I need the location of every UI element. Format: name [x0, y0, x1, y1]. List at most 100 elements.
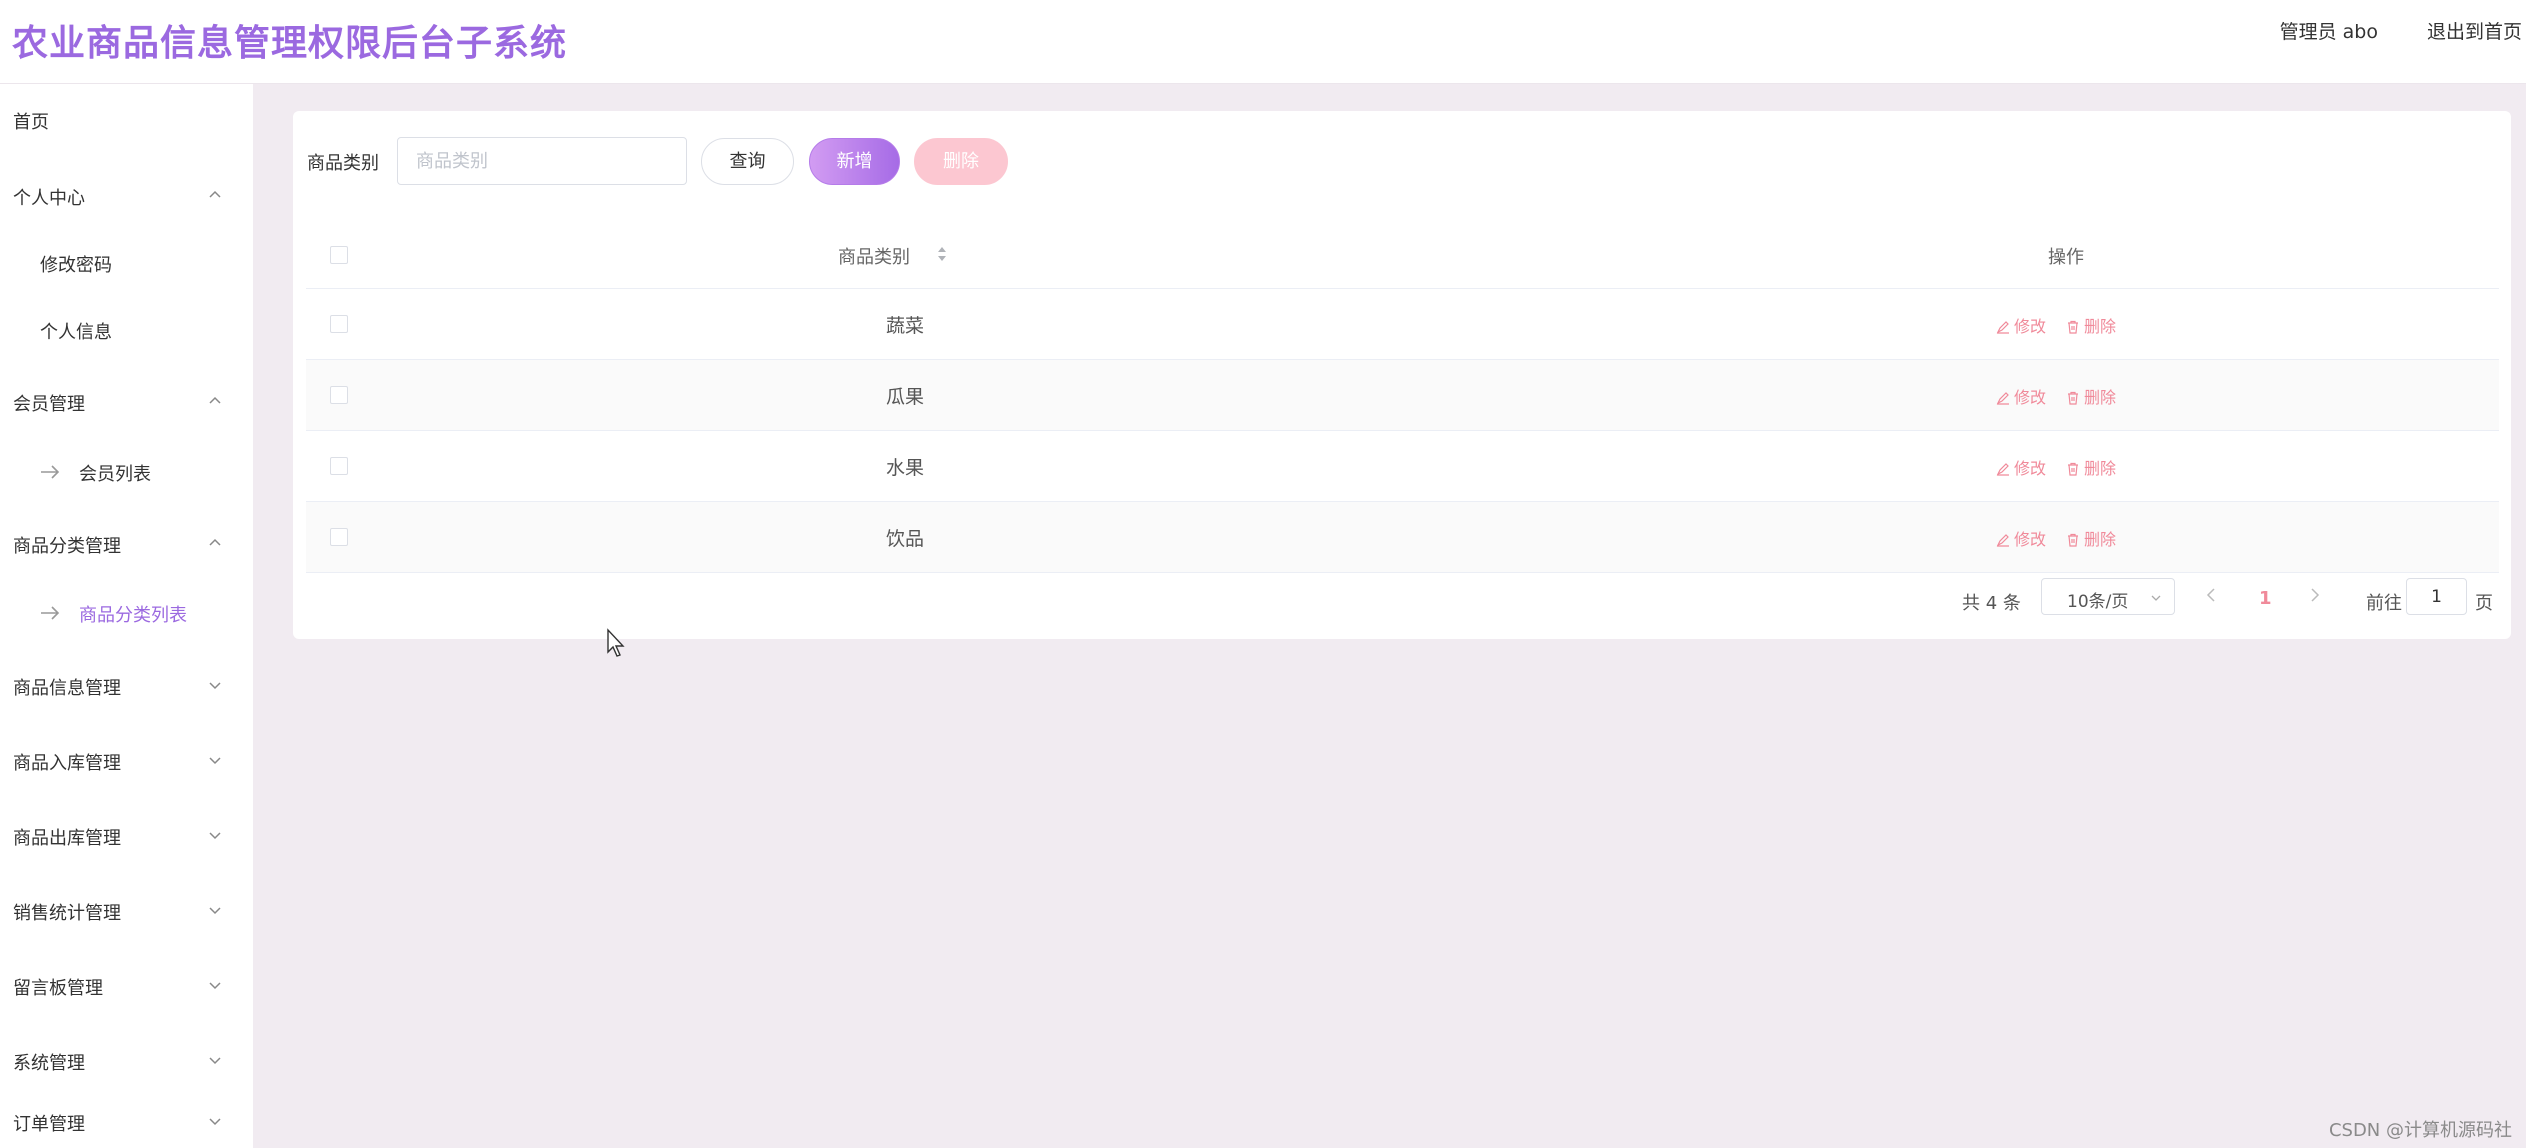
row-checkbox[interactable] [330, 457, 348, 475]
prev-page-icon[interactable] [2203, 585, 2219, 605]
sidebar-item-stock-in-mgmt[interactable]: 商品入库管理 [0, 735, 253, 787]
row-checkbox[interactable] [330, 386, 348, 404]
sidebar-item-label: 商品分类列表 [79, 605, 187, 626]
page-size-select[interactable]: 10条/页 [2041, 578, 2175, 615]
delete-link[interactable]: 删除 [2066, 526, 2116, 550]
sidebar-item-category-mgmt[interactable]: 商品分类管理 [0, 518, 253, 570]
delete-link[interactable]: 删除 [2066, 384, 2116, 408]
page-unit-label: 页 [2475, 593, 2493, 614]
sidebar-item-product-info-mgmt[interactable]: 商品信息管理 [0, 660, 253, 712]
sidebar-item-label: 个人中心 [13, 188, 85, 209]
delete-link[interactable]: 删除 [2066, 455, 2116, 479]
goto-page-input[interactable] [2406, 578, 2467, 615]
table-row: 蔬菜 修改 删除 [306, 289, 2499, 360]
row-checkbox[interactable] [330, 315, 348, 333]
sidebar-item-label: 销售统计管理 [13, 903, 121, 924]
sidebar-item-sales-stats-mgmt[interactable]: 销售统计管理 [0, 885, 253, 937]
row-checkbox[interactable] [330, 528, 348, 546]
sort-icon[interactable] [935, 243, 949, 265]
chevron-down-icon [209, 1057, 221, 1065]
edit-label: 修改 [2014, 388, 2047, 407]
sidebar-item-label: 系统管理 [13, 1053, 85, 1074]
sidebar-item-label: 商品分类管理 [13, 536, 121, 557]
batch-delete-button[interactable]: 删除 [914, 138, 1008, 185]
edit-label: 修改 [2014, 317, 2047, 336]
pagination-total: 共 4 条 [1962, 593, 2021, 614]
delete-link[interactable]: 删除 [2066, 313, 2116, 337]
sidebar-item-label: 个人信息 [40, 322, 112, 343]
delete-label: 删除 [2084, 317, 2117, 336]
mouse-cursor-icon [607, 628, 625, 657]
edit-link[interactable]: 修改 [1996, 313, 2046, 337]
sidebar-item-member-mgmt[interactable]: 会员管理 [0, 376, 253, 428]
edit-icon [1996, 392, 2009, 405]
chevron-down-icon [209, 682, 221, 690]
sidebar-item-label: 商品入库管理 [13, 753, 121, 774]
delete-label: 删除 [2084, 530, 2117, 549]
sidebar-item-personal-info[interactable]: 个人信息 [0, 304, 253, 356]
sidebar-item-label: 订单管理 [13, 1114, 85, 1135]
table-header: 商品类别 操作 [306, 221, 2499, 289]
chevron-down-icon [209, 832, 221, 840]
sidebar-item-label: 修改密码 [40, 255, 112, 276]
table-row: 饮品 修改 删除 [306, 502, 2499, 573]
edit-label: 修改 [2014, 459, 2047, 478]
trash-icon [2068, 462, 2078, 476]
table-row: 水果 修改 删除 [306, 431, 2499, 502]
chevron-down-icon [209, 1118, 221, 1126]
sidebar-item-label: 商品信息管理 [13, 678, 121, 699]
sidebar-item-label: 留言板管理 [13, 978, 103, 999]
sidebar-item-member-list[interactable]: 会员列表 [0, 446, 253, 498]
logout-link[interactable]: 退出到首页 [2427, 17, 2522, 44]
trash-icon [2068, 533, 2078, 547]
app-title: 农业商品信息管理权限后台子系统 [12, 23, 568, 64]
page-number-current[interactable]: 1 [2259, 588, 2272, 609]
column-header-category[interactable]: 商品类别 [838, 243, 910, 269]
edit-icon [1996, 463, 2009, 476]
chevron-down-icon [209, 907, 221, 915]
arrow-right-icon [41, 606, 60, 620]
select-all-checkbox[interactable] [330, 246, 348, 264]
category-cell: 瓜果 [886, 386, 925, 408]
edit-icon [1996, 534, 2009, 547]
sidebar-item-stock-out-mgmt[interactable]: 商品出库管理 [0, 810, 253, 862]
sidebar-item-label: 会员列表 [79, 464, 151, 485]
query-button[interactable]: 查询 [701, 138, 794, 185]
sidebar-item-system-mgmt[interactable]: 系统管理 [0, 1035, 253, 1087]
category-search-input[interactable] [397, 137, 687, 185]
sidebar-item-label: 商品出库管理 [13, 828, 121, 849]
column-header-actions: 操作 [2048, 247, 2084, 268]
sidebar-item-home[interactable]: 首页 [0, 94, 253, 146]
trash-icon [2068, 320, 2078, 334]
edit-link[interactable]: 修改 [1996, 526, 2046, 550]
edit-link[interactable]: 修改 [1996, 384, 2046, 408]
chevron-up-icon [209, 538, 221, 546]
edit-link[interactable]: 修改 [1996, 455, 2046, 479]
sidebar: 首页 个人中心 修改密码 个人信息 会员管理 会员列表 商品分类管理 商品分类列… [0, 84, 253, 1148]
sidebar-item-label: 会员管理 [13, 394, 85, 415]
delete-label: 删除 [2084, 459, 2117, 478]
chevron-up-icon [209, 396, 221, 404]
sidebar-item-order-mgmt[interactable]: 订单管理 [0, 1096, 253, 1148]
goto-label: 前往 [2366, 593, 2402, 614]
arrow-right-icon [41, 465, 60, 479]
sidebar-item-label: 首页 [13, 112, 49, 133]
sidebar-item-category-list[interactable]: 商品分类列表 [0, 587, 253, 639]
page-size-value: 10条/页 [2067, 592, 2129, 612]
watermark: CSDN @计算机源码社 [2328, 1120, 2512, 1141]
content-panel: 商品类别 查询 新增 删除 商品类别 操作 蔬菜 修改 删除 瓜果 修改 删除 … [293, 111, 2511, 639]
edit-label: 修改 [2014, 530, 2047, 549]
next-page-icon[interactable] [2307, 585, 2323, 605]
category-cell: 蔬菜 [886, 315, 925, 337]
delete-label: 删除 [2084, 388, 2117, 407]
sidebar-item-change-password[interactable]: 修改密码 [0, 237, 253, 289]
search-label: 商品类别 [307, 153, 379, 174]
edit-icon [1996, 321, 2009, 334]
add-button[interactable]: 新增 [809, 138, 900, 185]
chevron-up-icon [209, 190, 221, 198]
sidebar-item-message-board-mgmt[interactable]: 留言板管理 [0, 960, 253, 1012]
top-header: 农业商品信息管理权限后台子系统 管理员 abo 退出到首页 [0, 0, 2526, 84]
sidebar-item-personal-center[interactable]: 个人中心 [0, 170, 253, 222]
current-user-label: 管理员 abo [2279, 21, 2378, 43]
chevron-down-icon [209, 982, 221, 990]
